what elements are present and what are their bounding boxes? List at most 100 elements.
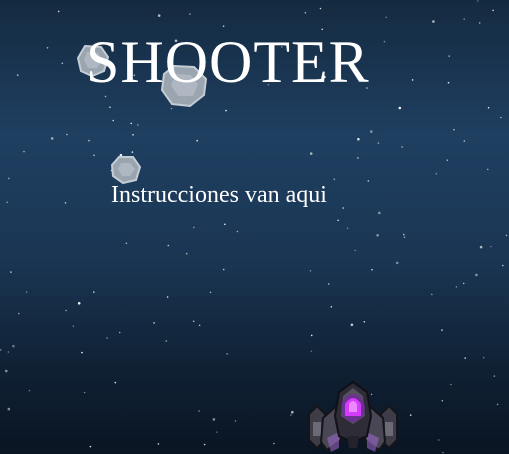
star <box>490 245 492 248</box>
star <box>106 337 108 339</box>
star <box>130 122 132 125</box>
star <box>442 451 444 454</box>
star <box>16 74 19 76</box>
star <box>65 309 67 312</box>
star <box>354 249 357 252</box>
star <box>477 0 479 2</box>
star <box>505 234 508 237</box>
star <box>367 180 370 182</box>
star <box>12 344 15 348</box>
star <box>118 331 121 334</box>
star <box>357 157 359 159</box>
star <box>378 211 381 215</box>
star <box>463 18 466 21</box>
star <box>309 152 313 155</box>
star <box>398 106 402 110</box>
star <box>482 356 485 359</box>
star <box>463 140 466 142</box>
star <box>273 442 275 445</box>
star <box>222 268 225 271</box>
star <box>196 139 198 142</box>
star <box>502 264 504 267</box>
star <box>83 391 86 394</box>
star <box>310 350 313 353</box>
star <box>310 334 313 337</box>
star <box>432 20 435 23</box>
star <box>212 418 216 421</box>
star <box>93 291 95 293</box>
star <box>167 244 170 247</box>
star <box>409 414 412 416</box>
player-ship-icon <box>305 378 401 454</box>
star <box>475 273 478 277</box>
star <box>153 322 155 324</box>
star <box>170 107 173 110</box>
star <box>357 137 360 141</box>
star <box>185 252 188 255</box>
star <box>198 410 200 412</box>
star <box>61 62 64 65</box>
star <box>6 201 8 204</box>
star <box>438 439 440 441</box>
star <box>350 323 354 327</box>
star <box>319 7 322 10</box>
star <box>478 22 481 24</box>
asteroid-icon <box>110 155 142 185</box>
star <box>370 130 373 133</box>
star <box>57 10 60 13</box>
star <box>290 414 292 416</box>
star <box>383 40 386 43</box>
star <box>500 116 502 119</box>
star <box>114 381 117 384</box>
star <box>333 178 336 181</box>
star <box>377 142 380 144</box>
star <box>93 154 95 157</box>
star <box>64 202 67 204</box>
star <box>304 11 307 14</box>
star <box>441 399 444 402</box>
star <box>411 79 414 81</box>
star <box>165 340 167 342</box>
star <box>157 443 160 445</box>
star <box>225 109 227 112</box>
star <box>431 293 433 296</box>
star <box>25 291 28 293</box>
star <box>401 146 403 148</box>
star <box>131 151 134 153</box>
star <box>226 353 228 355</box>
star <box>403 236 406 238</box>
star <box>104 95 107 98</box>
star <box>46 47 49 49</box>
star <box>309 270 312 272</box>
star <box>453 128 455 131</box>
star <box>492 9 494 12</box>
star <box>496 403 499 406</box>
star <box>376 234 379 237</box>
star <box>450 383 452 386</box>
star <box>464 357 467 359</box>
star <box>330 306 333 308</box>
star <box>395 261 399 265</box>
star <box>10 271 12 273</box>
star <box>236 230 239 233</box>
star <box>137 124 139 126</box>
star <box>89 445 92 448</box>
star <box>487 106 490 109</box>
game-screen: SHOOTER Instrucciones van aqui <box>0 0 509 454</box>
star <box>447 81 450 84</box>
star <box>5 369 8 373</box>
star <box>132 134 134 136</box>
star <box>193 226 195 229</box>
game-title: SHOOTER <box>86 29 370 95</box>
instructions-text: Instrucciones van aqui <box>111 182 327 208</box>
star <box>72 325 75 328</box>
star <box>157 14 161 17</box>
star <box>18 312 20 315</box>
star <box>446 159 449 161</box>
star <box>403 233 405 236</box>
star <box>125 242 128 245</box>
star <box>441 329 443 331</box>
star <box>88 139 90 142</box>
star <box>234 420 237 422</box>
star <box>371 268 373 271</box>
